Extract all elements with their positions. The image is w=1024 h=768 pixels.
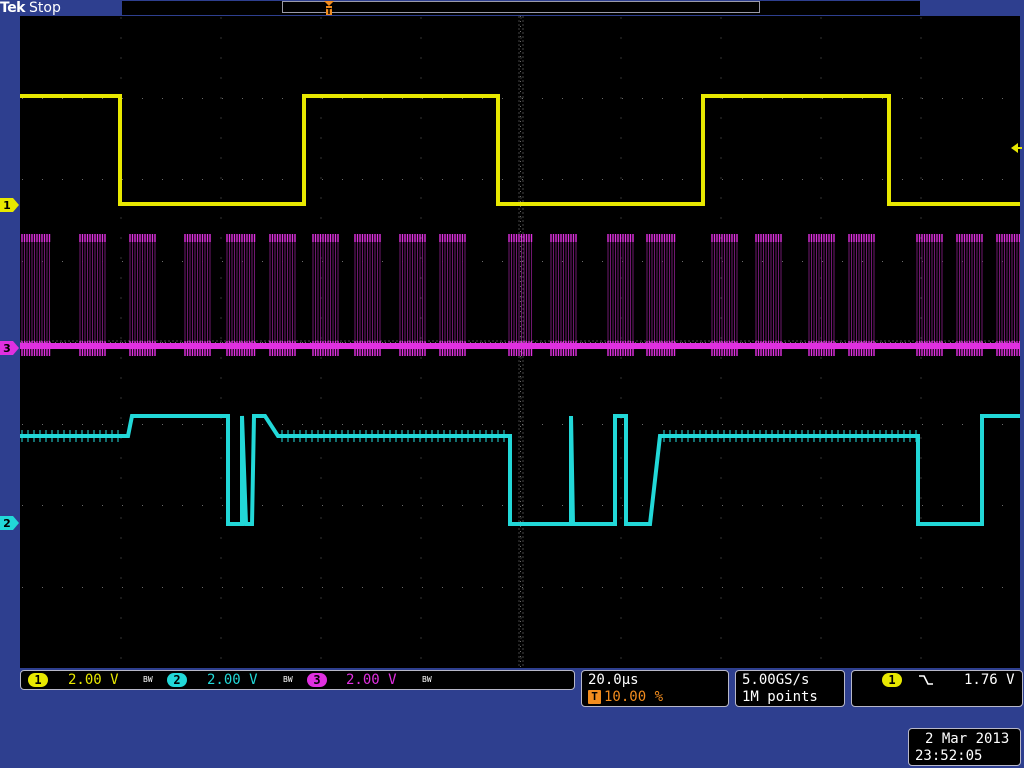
trigger-readout[interactable]: 1 1.76 V <box>851 670 1023 707</box>
trigger-level-icon[interactable] <box>1008 141 1022 155</box>
ch3-ground-marker[interactable]: 3 <box>0 340 20 356</box>
time-scale[interactable]: 20.0µs <box>588 672 639 689</box>
svg-text:T: T <box>326 7 332 15</box>
waveform-display[interactable] <box>20 16 1020 668</box>
ch2-marker-label: 2 <box>3 517 11 530</box>
brand-logo: Tek <box>0 0 26 16</box>
acquisition-readout[interactable]: 5.00GS/s 1M points <box>735 670 845 707</box>
falling-edge-icon <box>919 675 933 685</box>
ch1-bandwidth-icon: BW <box>143 675 153 684</box>
ch2-ground-marker[interactable]: 2 <box>0 515 20 531</box>
ch1-ground-marker[interactable]: 1 <box>0 197 20 213</box>
ch1-scale[interactable]: 2.00 V <box>68 672 119 689</box>
horizontal-readout[interactable]: 20.0µs T 10.00 % <box>581 670 729 707</box>
trigger-position-readout[interactable]: T 10.00 % <box>588 689 663 706</box>
ch1-badge: 1 <box>28 673 48 687</box>
status-bar: Tek Stop T <box>0 0 1024 17</box>
ch3-badge: 3 <box>307 673 327 687</box>
ch3-scale[interactable]: 2.00 V <box>346 672 397 689</box>
ch2-badge: 2 <box>167 673 187 687</box>
trigger-badge-icon: T <box>588 690 601 704</box>
waveform-canvas <box>20 16 1020 668</box>
ch3-marker-label: 3 <box>3 342 11 355</box>
trigger-level[interactable]: 1.76 V <box>964 672 1015 689</box>
ch1-marker-label: 1 <box>3 199 11 212</box>
acquisition-state[interactable]: Stop <box>29 0 61 16</box>
record-trigger-icon: T <box>324 1 334 15</box>
sample-rate: 5.00GS/s <box>742 672 810 688</box>
ch2-scale[interactable]: 2.00 V <box>207 672 258 689</box>
trigger-source-badge: 1 <box>882 673 902 687</box>
trigger-position-value: 10.00 % <box>604 689 664 705</box>
vertical-readout[interactable]: 1 2.00 V BW 2 2.00 V BW 3 2.00 V BW <box>20 670 575 690</box>
ch2-bandwidth-icon: BW <box>283 675 293 684</box>
record-view-window[interactable] <box>282 1 760 13</box>
record-length: 1M points <box>742 689 818 705</box>
ch3-bandwidth-icon: BW <box>422 675 432 684</box>
time: 23:52:05 <box>915 748 983 764</box>
brand-status: Tek Stop <box>0 0 61 17</box>
datetime-readout: 2 Mar 2013 23:52:05 <box>908 728 1021 766</box>
date: 2 Mar 2013 <box>925 731 1010 747</box>
